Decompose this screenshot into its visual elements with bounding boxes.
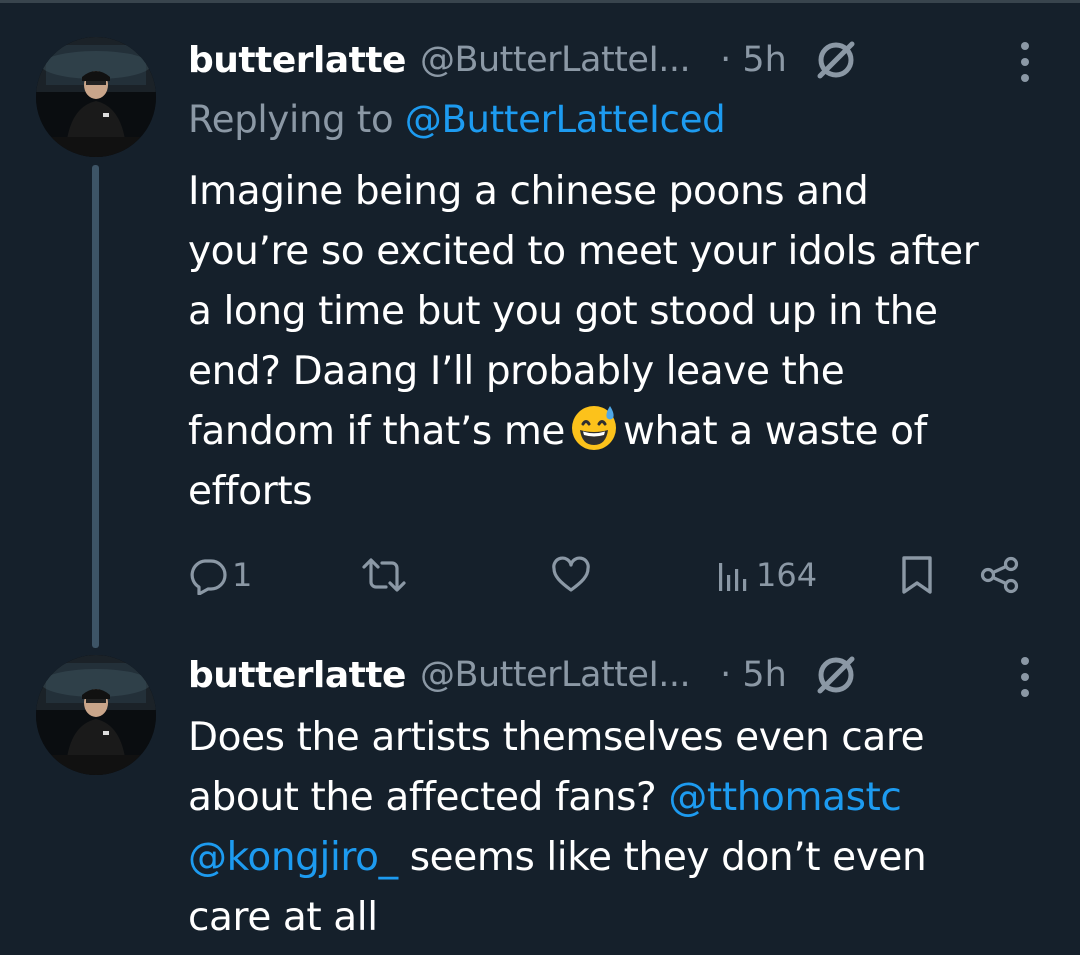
tweet-text-segment: what a waste of <box>623 409 927 454</box>
author-handle[interactable]: @ButterLatteI... <box>420 655 691 695</box>
tweet-1[interactable]: butterlatte @ButterLatteI... · 5h Replyi… <box>0 0 1080 650</box>
views-button[interactable]: 164 <box>716 550 817 600</box>
share-button[interactable] <box>978 550 1022 600</box>
tweet-text-segment: seems like they don’t even <box>409 835 927 880</box>
tweet-text-line: efforts <box>188 469 313 514</box>
tweet-text: Imagine being a chinese poons and you’re… <box>188 162 1038 522</box>
reply-count: 1 <box>232 556 253 594</box>
bookmark-button[interactable] <box>900 550 934 600</box>
tweet-text-line: @kongjiro_ seems like they don’t even <box>188 828 1038 888</box>
reply-icon <box>190 559 227 595</box>
tweet-text-segment: fandom if that’s me <box>188 409 566 454</box>
tweet-header: butterlatte @ButterLatteI... · 5h <box>188 30 1040 90</box>
grinning-face-with-sweat-icon <box>569 402 619 452</box>
more-options-icon[interactable] <box>1010 42 1040 82</box>
views-count: 164 <box>756 556 818 594</box>
analytics-bars-icon <box>719 563 747 591</box>
like-button[interactable] <box>550 550 596 600</box>
bookmark-icon <box>902 556 932 594</box>
reply-button[interactable]: 1 <box>188 550 252 600</box>
heart-icon <box>552 556 590 592</box>
tweet-text-line: Does the artists themselves even care <box>188 715 925 760</box>
tweet-text-line: Imagine being a chinese poons and <box>188 169 869 214</box>
retweet-icon <box>362 558 406 592</box>
muted-conversation-icon <box>813 37 859 83</box>
mention-link[interactable]: @kongjiro_ <box>188 835 398 880</box>
tweet-action-bar: 1 164 <box>188 550 1040 600</box>
avatar-photo-icon <box>36 37 156 157</box>
tweet-text-line: care at all <box>188 895 378 940</box>
avatar-photo-icon <box>36 655 156 775</box>
share-icon <box>980 556 1019 594</box>
tweet-text-segment: about the affected fans? <box>188 775 657 820</box>
tweet-2[interactable]: butterlatte @ButterLatteI... · 5h Does t… <box>0 650 1080 955</box>
more-options-icon[interactable] <box>1010 657 1040 697</box>
author-avatar[interactable] <box>36 655 156 775</box>
replying-to-mention[interactable]: @ButterLatteIced <box>405 98 726 141</box>
author-display-name[interactable]: butterlatte <box>188 40 406 81</box>
tweet-timestamp[interactable]: · 5h <box>720 40 787 80</box>
thread-connector-line <box>92 165 99 648</box>
muted-conversation-icon <box>813 652 859 698</box>
replying-to-label: Replying to <box>188 98 405 141</box>
tweet-header: butterlatte @ButterLatteI... · 5h <box>188 645 1040 705</box>
tweet-text-line: end? Daang I’ll probably leave the <box>188 349 845 394</box>
author-avatar[interactable] <box>36 37 156 157</box>
tweet-timestamp[interactable]: · 5h <box>720 655 787 695</box>
author-handle[interactable]: @ButterLatteI... <box>420 40 691 80</box>
tweet-text-line: a long time but you got stood up in the <box>188 289 938 334</box>
tweet-text-line-with-emoji: fandom if that’s me what a waste of <box>188 402 1038 462</box>
mention-link[interactable]: @tthomastc <box>668 775 902 820</box>
replying-to: Replying to @ButterLatteIced <box>188 98 726 141</box>
tweet-text: Does the artists themselves even care ab… <box>188 708 1038 948</box>
tweet-text-line: you’re so excited to meet your idols aft… <box>188 229 979 274</box>
retweet-button[interactable] <box>360 550 412 600</box>
author-display-name[interactable]: butterlatte <box>188 655 406 696</box>
tweet-text-line: about the affected fans? @tthomastc <box>188 768 1038 828</box>
